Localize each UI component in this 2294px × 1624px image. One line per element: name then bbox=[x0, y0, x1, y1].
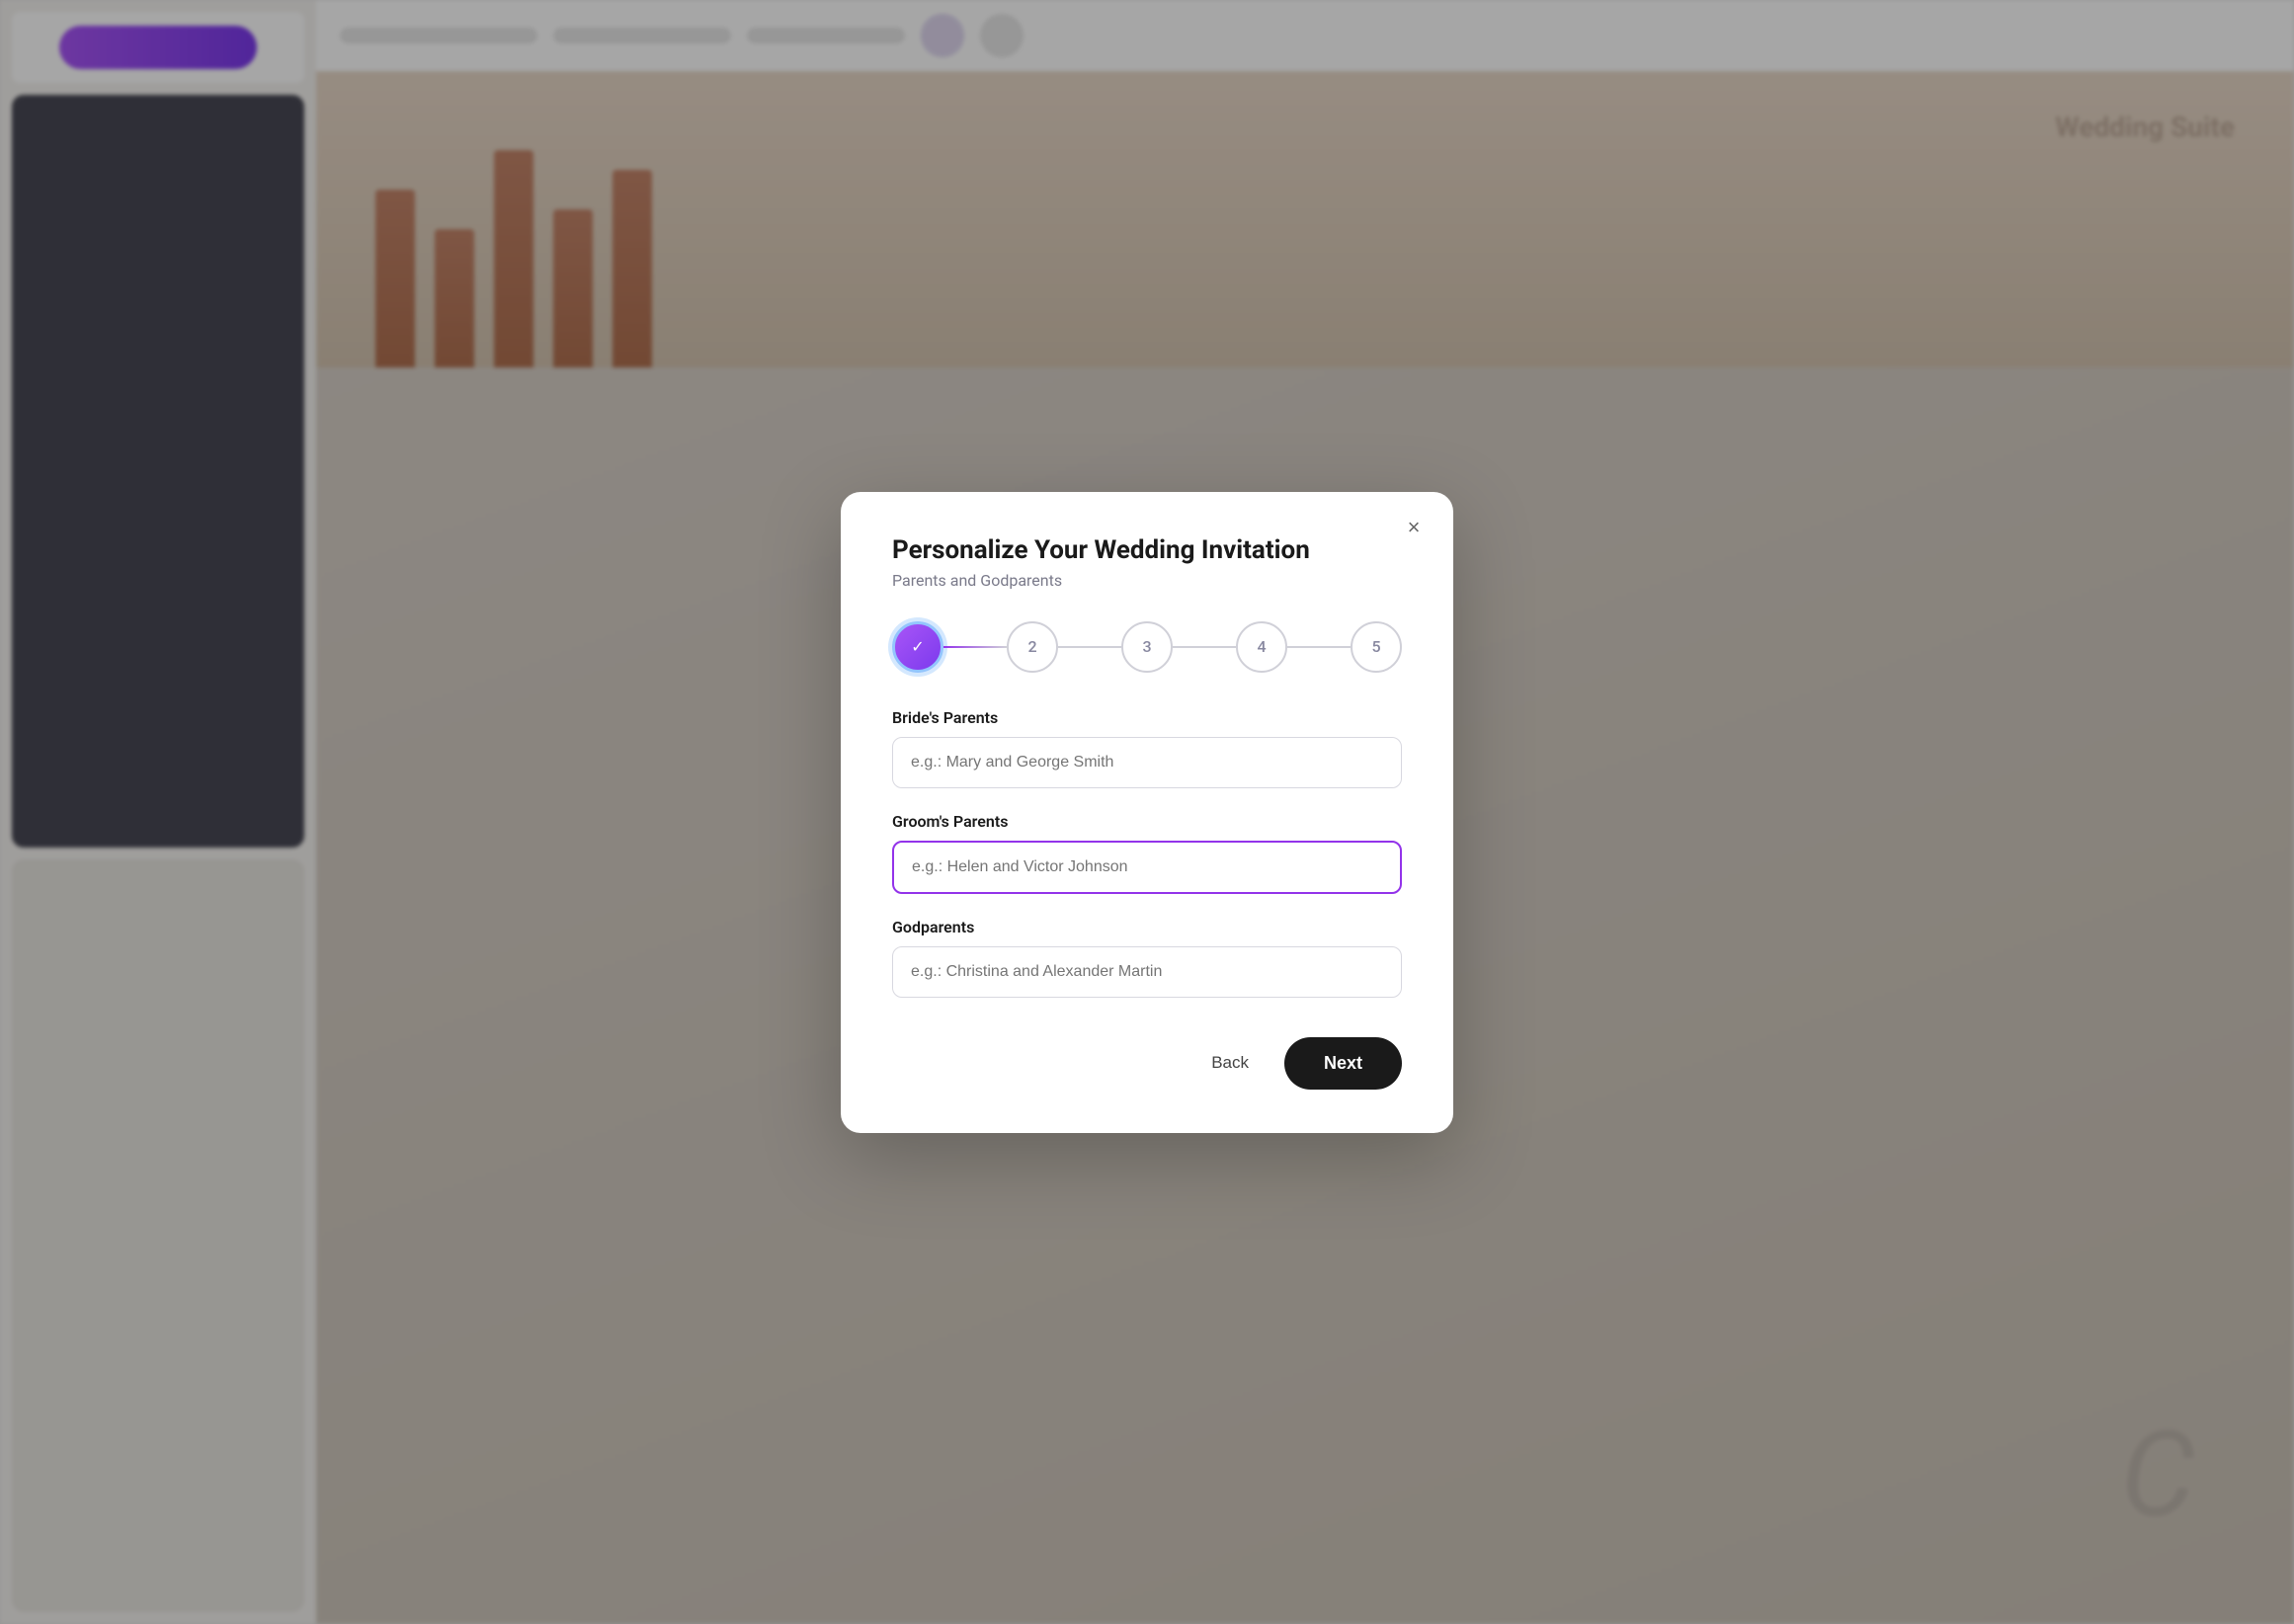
modal-footer: Back Next bbox=[892, 1037, 1402, 1090]
step-5-label: 5 bbox=[1371, 637, 1380, 656]
brides-parents-label: Bride's Parents bbox=[892, 708, 1402, 727]
connector-4-5 bbox=[1287, 646, 1351, 648]
godparents-input[interactable] bbox=[892, 946, 1402, 998]
stepper: ✓ 2 3 4 5 bbox=[892, 621, 1402, 673]
brides-parents-input[interactable] bbox=[892, 737, 1402, 788]
step-4-label: 4 bbox=[1257, 637, 1266, 656]
step-3[interactable]: 3 bbox=[1121, 621, 1173, 673]
step-2-label: 2 bbox=[1027, 637, 1036, 656]
modal-title: Personalize Your Wedding Invitation bbox=[892, 535, 1402, 565]
close-icon: × bbox=[1408, 515, 1421, 540]
connector-3-4 bbox=[1173, 646, 1236, 648]
step-1-label: ✓ bbox=[911, 637, 924, 656]
modal-subtitle: Parents and Godparents bbox=[892, 571, 1402, 590]
modal-overlay: × Personalize Your Wedding Invitation Pa… bbox=[0, 0, 2294, 1624]
grooms-parents-label: Groom's Parents bbox=[892, 812, 1402, 831]
back-button[interactable]: Back bbox=[1195, 1041, 1265, 1085]
close-button[interactable]: × bbox=[1398, 512, 1430, 543]
step-5[interactable]: 5 bbox=[1351, 621, 1402, 673]
step-3-label: 3 bbox=[1142, 637, 1151, 656]
connector-1-2 bbox=[943, 646, 1007, 648]
connector-2-3 bbox=[1058, 646, 1121, 648]
personalize-modal: × Personalize Your Wedding Invitation Pa… bbox=[841, 492, 1453, 1133]
step-2[interactable]: 2 bbox=[1007, 621, 1058, 673]
next-button[interactable]: Next bbox=[1284, 1037, 1402, 1090]
step-4[interactable]: 4 bbox=[1236, 621, 1287, 673]
step-1[interactable]: ✓ bbox=[892, 621, 943, 673]
grooms-parents-input[interactable] bbox=[892, 841, 1402, 894]
godparents-label: Godparents bbox=[892, 918, 1402, 936]
